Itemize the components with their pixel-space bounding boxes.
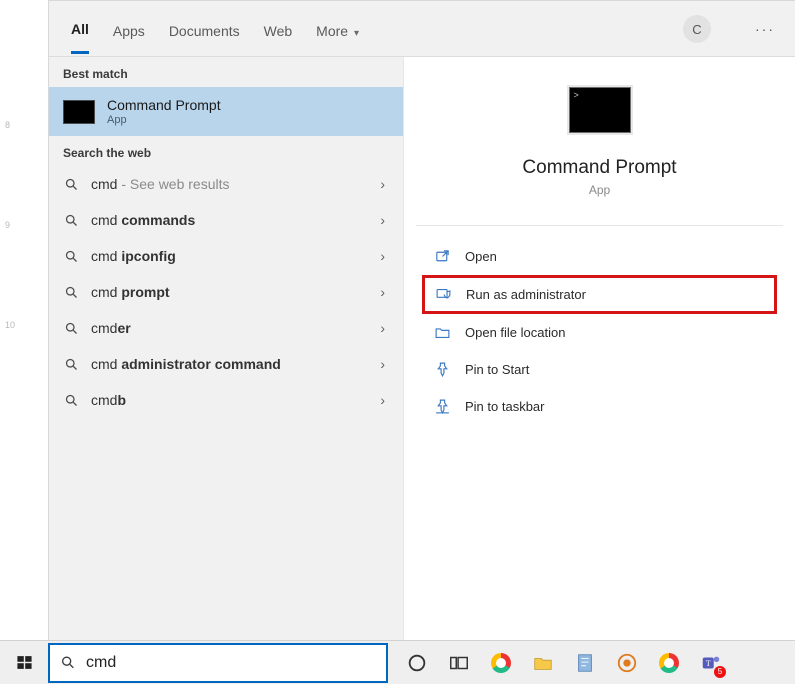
web-result-item[interactable]: cmder › (49, 310, 403, 346)
chevron-right-icon: › (380, 176, 385, 192)
web-result-text: cmd administrator command (91, 356, 281, 372)
chrome-alt-icon[interactable] (658, 652, 680, 674)
ruler-tick: 8 (5, 120, 10, 130)
web-result-item[interactable]: cmd ipconfig › (49, 238, 403, 274)
search-tabs: All Apps Documents Web More ▾ C ··· (49, 1, 795, 57)
search-icon (63, 176, 79, 192)
search-icon (63, 248, 79, 264)
svg-text:T: T (706, 658, 711, 667)
start-button[interactable] (0, 641, 48, 685)
chevron-right-icon: › (380, 356, 385, 372)
action-label: Open (465, 249, 497, 264)
web-result-item[interactable]: cmd commands › (49, 202, 403, 238)
action-label: Open file location (465, 325, 565, 340)
web-result-text: cmd commands (91, 212, 195, 228)
web-result-text: cmd prompt (91, 284, 170, 300)
command-prompt-large-icon (569, 87, 631, 133)
action-pin-to-start[interactable]: Pin to Start (422, 351, 777, 388)
cortana-icon[interactable] (406, 652, 428, 674)
tab-more[interactable]: More ▾ (316, 5, 359, 53)
chevron-right-icon: › (380, 320, 385, 336)
web-result-item[interactable]: cmd administrator command › (49, 346, 403, 382)
taskbar-search-input[interactable] (86, 654, 376, 672)
chevron-right-icon: › (380, 212, 385, 228)
search-icon (63, 356, 79, 372)
web-result-text: cmder (91, 320, 131, 336)
action-label: Pin to taskbar (465, 399, 545, 414)
best-match-header: Best match (49, 57, 403, 87)
action-run-as-administrator[interactable]: Run as administrator (422, 275, 777, 314)
action-label: Pin to Start (465, 362, 529, 377)
search-icon (63, 212, 79, 228)
web-result-item[interactable]: cmd prompt › (49, 274, 403, 310)
notepad-icon[interactable] (574, 652, 596, 674)
search-icon (63, 320, 79, 336)
preview-actions: Open Run as administrator Open file loca… (404, 226, 795, 425)
best-match-title: Command Prompt (107, 97, 221, 113)
chevron-right-icon: › (380, 248, 385, 264)
tab-documents[interactable]: Documents (169, 5, 240, 53)
search-icon (63, 392, 79, 408)
taskbar-icons: T 5 (406, 652, 722, 674)
windows-search-panel: All Apps Documents Web More ▾ C ··· Best… (48, 0, 795, 640)
web-result-text: cmd ipconfig (91, 248, 176, 264)
pin-taskbar-icon (434, 398, 451, 415)
action-pin-to-taskbar[interactable]: Pin to taskbar (422, 388, 777, 425)
web-result-text: cmd - See web results (91, 176, 230, 192)
tab-web[interactable]: Web (264, 5, 293, 53)
preview-subtitle: App (589, 183, 610, 197)
folder-icon (434, 324, 451, 341)
file-explorer-icon[interactable] (532, 652, 554, 674)
teams-icon[interactable]: T 5 (700, 652, 722, 674)
chevron-down-icon: ▾ (354, 28, 359, 39)
chevron-right-icon: › (380, 284, 385, 300)
search-icon (63, 284, 79, 300)
preview-column: Command Prompt App Open Run as administr… (404, 57, 795, 640)
ruler-tick: 9 (5, 220, 10, 230)
chevron-right-icon: › (380, 392, 385, 408)
more-options-icon[interactable]: ··· (755, 21, 775, 37)
action-label: Run as administrator (466, 287, 586, 302)
command-prompt-icon (63, 100, 95, 124)
results-column: Best match Command Prompt App Search the… (49, 57, 404, 640)
search-icon (60, 655, 76, 671)
task-view-icon[interactable] (448, 652, 470, 674)
notification-badge: 5 (714, 666, 726, 678)
tab-apps[interactable]: Apps (113, 5, 145, 53)
pin-start-icon (434, 361, 451, 378)
web-result-text: cmdb (91, 392, 126, 408)
taskbar-search-box[interactable] (48, 643, 388, 683)
avatar[interactable]: C (683, 15, 711, 43)
best-match-item[interactable]: Command Prompt App (49, 87, 403, 136)
best-match-text: Command Prompt App (107, 97, 221, 126)
vpn-icon[interactable] (616, 652, 638, 674)
windows-logo-icon (16, 654, 33, 671)
preview-title: Command Prompt (522, 157, 676, 179)
tab-all[interactable]: All (71, 3, 89, 54)
shield-icon (435, 286, 452, 303)
web-result-item[interactable]: cmdb › (49, 382, 403, 418)
document-ruler: 8 9 10 (0, 0, 16, 640)
search-web-header: Search the web (49, 136, 403, 166)
ruler-tick: 10 (5, 320, 15, 330)
web-results-list: cmd - See web results › cmd commands › c… (49, 166, 403, 418)
action-open[interactable]: Open (422, 238, 777, 275)
chrome-icon[interactable] (490, 652, 512, 674)
search-body: Best match Command Prompt App Search the… (49, 57, 795, 640)
web-result-item[interactable]: cmd - See web results › (49, 166, 403, 202)
tabs-right-controls: C ··· (683, 1, 775, 57)
best-match-subtitle: App (107, 114, 221, 126)
open-icon (434, 248, 451, 265)
tab-more-label: More (316, 23, 348, 39)
action-open-file-location[interactable]: Open file location (422, 314, 777, 351)
taskbar: T 5 (0, 640, 795, 684)
